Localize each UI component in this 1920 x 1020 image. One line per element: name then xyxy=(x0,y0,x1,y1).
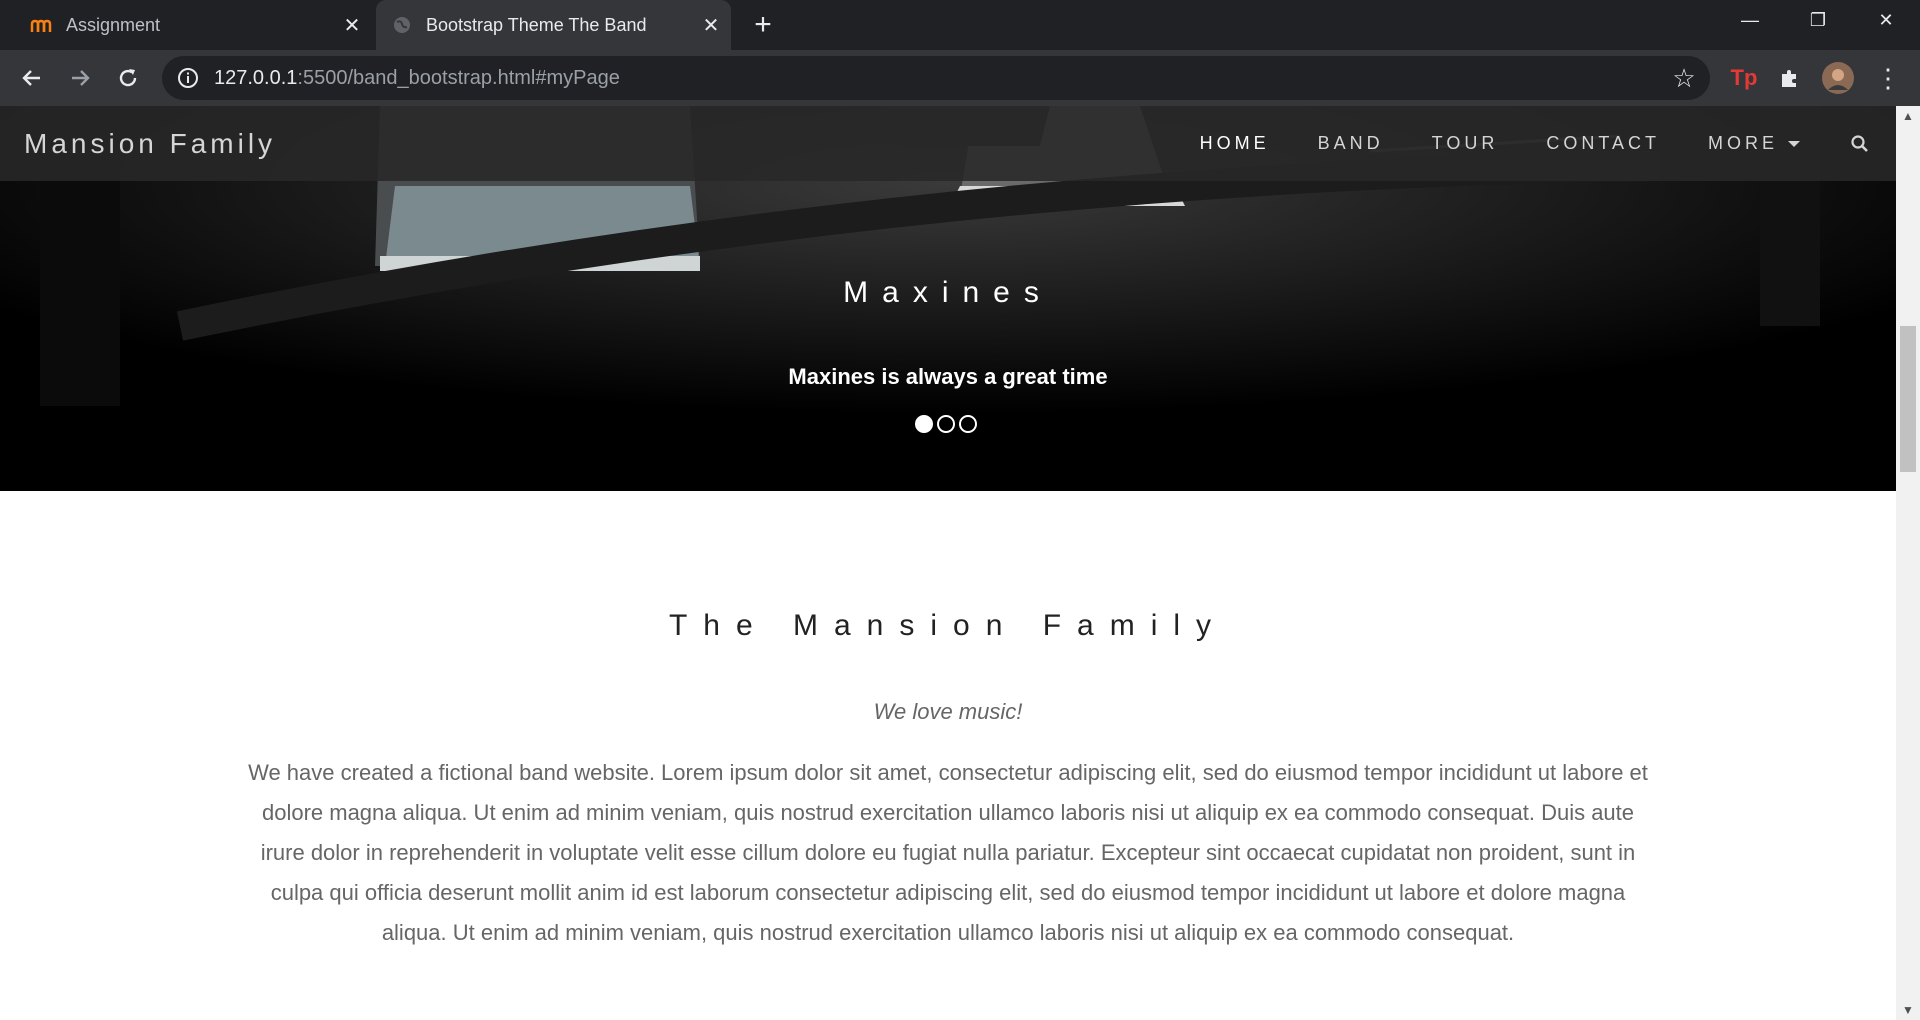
nav-contact[interactable]: CONTACT xyxy=(1522,106,1684,181)
nav-home[interactable]: HOME xyxy=(1176,106,1294,181)
url-text[interactable]: 127.0.0.1:5500/band_bootstrap.html#myPag… xyxy=(214,64,620,92)
close-tab-icon[interactable]: ✕ xyxy=(332,13,372,38)
close-tab-icon[interactable]: ✕ xyxy=(691,13,731,38)
site-navbar: Mansion Family HOME BAND TOUR CONTACT MO… xyxy=(0,106,1896,181)
url-host: 127.0.0.1 xyxy=(214,67,298,89)
nav-links: HOME BAND TOUR CONTACT MORE xyxy=(1176,106,1896,181)
info-icon[interactable] xyxy=(176,64,204,92)
close-window-icon[interactable]: ✕ xyxy=(1852,0,1920,44)
nav-band[interactable]: BAND xyxy=(1294,106,1408,181)
carousel-indicator-3[interactable] xyxy=(959,415,977,433)
nav-tour[interactable]: TOUR xyxy=(1408,106,1523,181)
carousel-title: Maxines xyxy=(843,276,1053,309)
forward-arrow-icon[interactable] xyxy=(60,58,100,98)
moodle-icon xyxy=(30,15,54,35)
tab-band-theme[interactable]: Bootstrap Theme The Band ✕ xyxy=(376,0,731,50)
nav-more-dropdown[interactable]: MORE xyxy=(1684,106,1824,181)
nav-more-label: MORE xyxy=(1708,133,1778,153)
carousel-indicator-2[interactable] xyxy=(937,415,955,433)
section-tagline: We love music! xyxy=(873,699,1023,724)
about-section: The Mansion Family We love music! We hav… xyxy=(0,491,1896,1020)
minimize-icon[interactable]: — xyxy=(1716,0,1784,44)
search-icon[interactable] xyxy=(1824,106,1896,181)
page-viewport: Maxines Maxines is always a great time M… xyxy=(0,106,1896,1020)
tab-title: Bootstrap Theme The Band xyxy=(426,14,647,35)
tab-assignment[interactable]: Assignment ✕ xyxy=(0,0,372,50)
scroll-down-icon[interactable]: ▼ xyxy=(1896,1000,1920,1020)
page-scrollbar[interactable]: ▲ ▼ xyxy=(1896,106,1920,1020)
restore-icon[interactable]: ❐ xyxy=(1784,0,1852,44)
scroll-up-icon[interactable]: ▲ xyxy=(1896,106,1920,126)
extensions-puzzle-icon[interactable] xyxy=(1772,60,1808,96)
tab-title: Assignment xyxy=(66,14,161,35)
carousel-indicators xyxy=(915,415,977,433)
globe-icon xyxy=(390,15,414,35)
carousel-caption: Maxines is always a great time xyxy=(788,364,1108,389)
back-arrow-icon[interactable] xyxy=(12,58,52,98)
menu-kebab-icon[interactable]: ⋮ xyxy=(1870,60,1906,96)
extension-tp-icon[interactable]: Tp xyxy=(1726,60,1762,96)
section-body: We have created a fictional band website… xyxy=(248,760,1648,945)
bookmark-star-icon[interactable]: ☆ xyxy=(1668,62,1700,94)
browser-tab-strip: Assignment ✕ Bootstrap Theme The Band ✕ … xyxy=(0,0,1920,50)
section-title: The Mansion Family xyxy=(668,609,1228,642)
new-tab-button[interactable]: + xyxy=(744,6,782,44)
carousel-indicator-1[interactable] xyxy=(915,415,933,433)
site-brand[interactable]: Mansion Family xyxy=(24,106,276,181)
reload-icon[interactable] xyxy=(108,58,148,98)
url-path: :5500/band_bootstrap.html#myPage xyxy=(297,67,620,89)
scrollbar-thumb[interactable] xyxy=(1900,326,1916,472)
profile-avatar[interactable] xyxy=(1820,60,1856,96)
caret-down-icon xyxy=(1788,141,1800,148)
